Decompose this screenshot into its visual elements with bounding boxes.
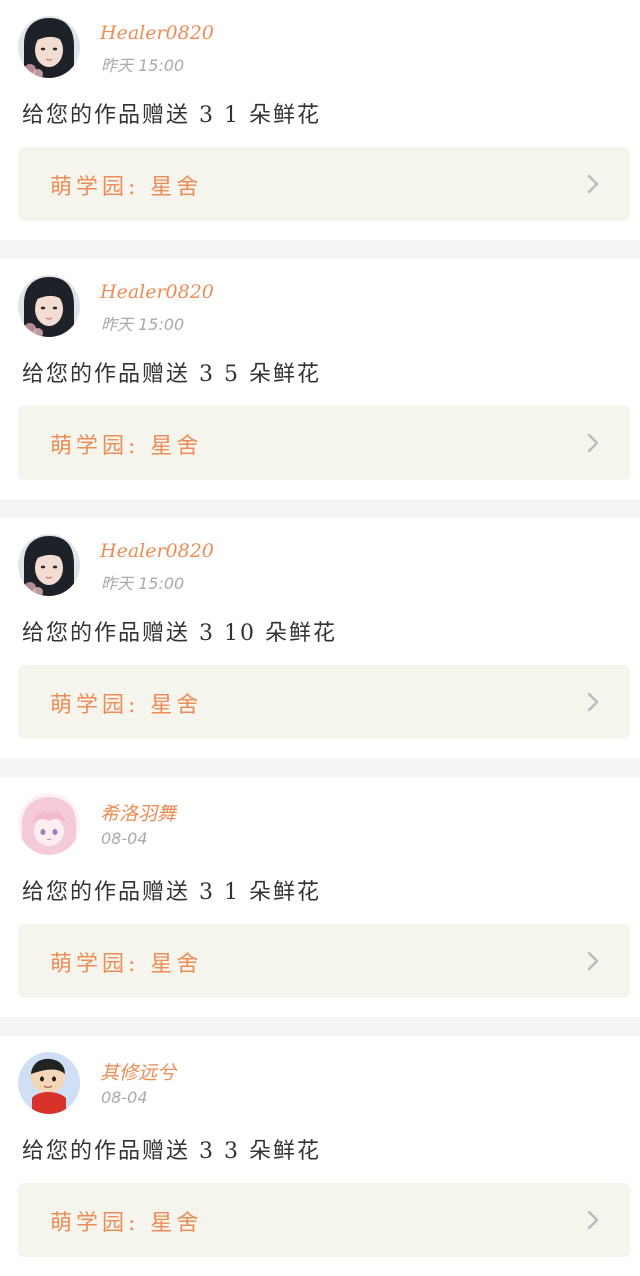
username[interactable]: Healer0820 xyxy=(100,540,214,562)
notification-feed: Healer0820 昨天 15:00 给您的作品赠送 3 1 朵鲜花 萌学园:… xyxy=(0,0,640,1276)
timestamp: 昨天 15:00 xyxy=(101,315,185,334)
gift-message: 给您的作品赠送 3 1 朵鲜花 xyxy=(22,880,321,905)
work-link[interactable]: 萌学园: 星舍 xyxy=(18,406,630,480)
timestamp: 08-04 xyxy=(101,829,148,848)
timestamp: 08-04 xyxy=(101,1088,148,1107)
chevron-right-icon xyxy=(584,432,602,454)
chevron-right-icon xyxy=(584,950,602,972)
gift-message: 给您的作品赠送 3 5 朵鲜花 xyxy=(22,362,321,387)
work-title: 萌学园: 星舍 xyxy=(50,693,203,718)
gift-message: 给您的作品赠送 3 1 朵鲜花 xyxy=(22,103,321,128)
username[interactable]: Healer0820 xyxy=(100,22,214,44)
timestamp: 昨天 15:00 xyxy=(101,56,185,75)
username[interactable]: 其修远兮 xyxy=(100,1058,176,1085)
username[interactable]: 希洛羽舞 xyxy=(100,799,176,826)
notification-card: Healer0820 昨天 15:00 给您的作品赠送 3 5 朵鲜花 萌学园:… xyxy=(0,259,640,499)
gift-message: 给您的作品赠送 3 10 朵鲜花 xyxy=(22,621,337,646)
chevron-right-icon xyxy=(584,1209,602,1231)
work-link[interactable]: 萌学园: 星舍 xyxy=(18,665,630,739)
notification-card: 其修远兮 08-04 给您的作品赠送 3 3 朵鲜花 萌学园: 星舍 xyxy=(0,1036,640,1276)
work-link[interactable]: 萌学园: 星舍 xyxy=(18,147,630,221)
work-title: 萌学园: 星舍 xyxy=(50,952,203,977)
notification-card: Healer0820 昨天 15:00 给您的作品赠送 3 1 朵鲜花 萌学园:… xyxy=(0,0,640,240)
work-title: 萌学园: 星舍 xyxy=(50,1211,203,1236)
gift-message: 给您的作品赠送 3 3 朵鲜花 xyxy=(22,1139,321,1164)
username[interactable]: Healer0820 xyxy=(100,281,214,303)
timestamp: 昨天 15:00 xyxy=(101,574,185,593)
avatar[interactable] xyxy=(18,534,80,596)
work-title: 萌学园: 星舍 xyxy=(50,434,203,459)
avatar[interactable] xyxy=(18,793,80,855)
notification-card: Healer0820 昨天 15:00 给您的作品赠送 3 10 朵鲜花 萌学园… xyxy=(0,518,640,758)
work-link[interactable]: 萌学园: 星舍 xyxy=(18,1183,630,1257)
avatar[interactable] xyxy=(18,1052,80,1114)
chevron-right-icon xyxy=(584,691,602,713)
chevron-right-icon xyxy=(584,173,602,195)
avatar[interactable] xyxy=(18,16,80,78)
avatar[interactable] xyxy=(18,275,80,337)
notification-card: 希洛羽舞 08-04 给您的作品赠送 3 1 朵鲜花 萌学园: 星舍 xyxy=(0,777,640,1017)
work-title: 萌学园: 星舍 xyxy=(50,175,203,200)
work-link[interactable]: 萌学园: 星舍 xyxy=(18,924,630,998)
